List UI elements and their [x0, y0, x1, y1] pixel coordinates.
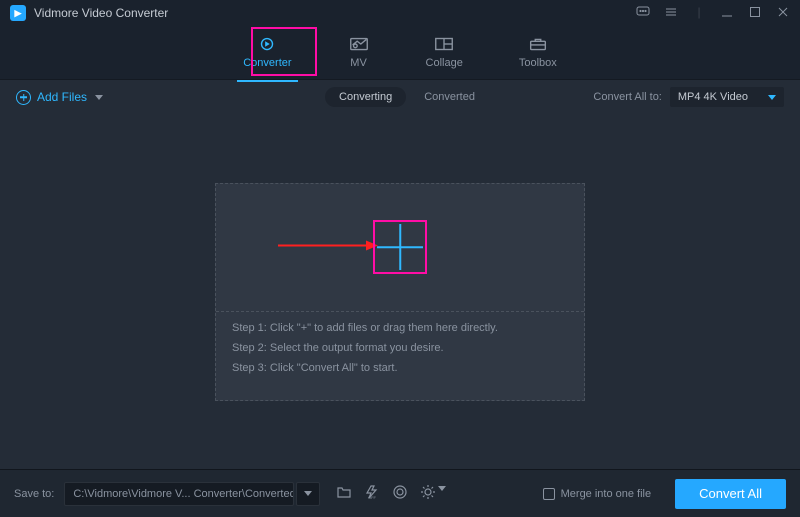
output-format-group: Convert All to: MP4 4K Video: [593, 87, 784, 107]
merge-checkbox[interactable]: Merge into one file: [543, 488, 652, 500]
chevron-down-icon: [768, 95, 776, 100]
add-files-plus-icon[interactable]: [377, 224, 423, 270]
svg-text:OFF: OFF: [368, 495, 377, 500]
tab-label: Toolbox: [519, 57, 557, 69]
minimize-icon[interactable]: [720, 5, 734, 22]
tab-converted[interactable]: Converted: [424, 91, 475, 103]
merge-label: Merge into one file: [561, 488, 652, 500]
open-folder-icon[interactable]: [336, 484, 352, 503]
chevron-down-icon: [304, 491, 312, 496]
instruction-step: Step 1: Click "+" to add files or drag t…: [232, 322, 568, 334]
dropzone-instructions: Step 1: Click "+" to add files or drag t…: [216, 312, 584, 400]
window-controls: |: [636, 5, 790, 22]
dropzone-top: [216, 184, 584, 312]
annotation-arrow: [278, 240, 378, 255]
status-tabs: Converting Converted: [325, 87, 475, 107]
collage-icon: [433, 35, 455, 53]
tab-label: MV: [350, 57, 367, 69]
mv-icon: [348, 35, 370, 53]
add-files-button[interactable]: Add Files: [16, 90, 103, 105]
footer: Save to: C:\Vidmore\Vidmore V... Convert…: [0, 469, 800, 517]
plus-circle-icon: [16, 90, 31, 105]
main-nav: Converter MV Collage Toolbox: [0, 26, 800, 80]
app-logo-icon: ▶: [10, 5, 26, 21]
instruction-step: Step 2: Select the output format you des…: [232, 342, 568, 354]
instruction-step: Step 3: Click "Convert All" to start.: [232, 362, 568, 374]
divider: |: [692, 5, 706, 22]
tab-converter[interactable]: Converter: [237, 31, 297, 75]
tab-mv[interactable]: MV: [342, 31, 376, 75]
convert-all-to-label: Convert All to:: [593, 91, 661, 103]
tab-label: Collage: [426, 57, 463, 69]
hw-accel-icon[interactable]: OFF: [364, 484, 380, 503]
tab-label: Converter: [243, 57, 291, 69]
save-path-dropdown[interactable]: [296, 482, 320, 506]
toolbox-icon: [527, 35, 549, 53]
selected-format: MP4 4K Video: [678, 91, 748, 103]
save-to-label: Save to:: [14, 488, 54, 500]
main-area: Step 1: Click "+" to add files or drag t…: [0, 114, 800, 469]
converter-icon: [256, 35, 278, 53]
high-speed-icon[interactable]: [392, 484, 408, 503]
feedback-icon[interactable]: [636, 5, 650, 22]
checkbox-icon: [543, 488, 555, 500]
footer-tools: OFF: [336, 484, 446, 503]
menu-icon[interactable]: [664, 5, 678, 22]
tab-toolbox[interactable]: Toolbox: [513, 31, 563, 75]
sub-toolbar: Add Files Converting Converted Convert A…: [0, 80, 800, 114]
save-path-field[interactable]: C:\Vidmore\Vidmore V... Converter\Conver…: [64, 482, 294, 506]
output-format-select[interactable]: MP4 4K Video: [670, 87, 784, 107]
dropzone[interactable]: Step 1: Click "+" to add files or drag t…: [215, 183, 585, 401]
chevron-down-icon: [438, 486, 446, 503]
convert-all-button[interactable]: Convert All: [675, 479, 786, 509]
settings-icon[interactable]: [420, 484, 446, 503]
titlebar: ▶ Vidmore Video Converter |: [0, 0, 800, 26]
add-files-label: Add Files: [37, 90, 87, 104]
tab-converting[interactable]: Converting: [325, 87, 406, 107]
chevron-down-icon: [95, 95, 103, 100]
maximize-icon[interactable]: [748, 5, 762, 22]
tab-collage[interactable]: Collage: [420, 31, 469, 75]
app-title: Vidmore Video Converter: [34, 6, 168, 20]
close-icon[interactable]: [776, 5, 790, 22]
